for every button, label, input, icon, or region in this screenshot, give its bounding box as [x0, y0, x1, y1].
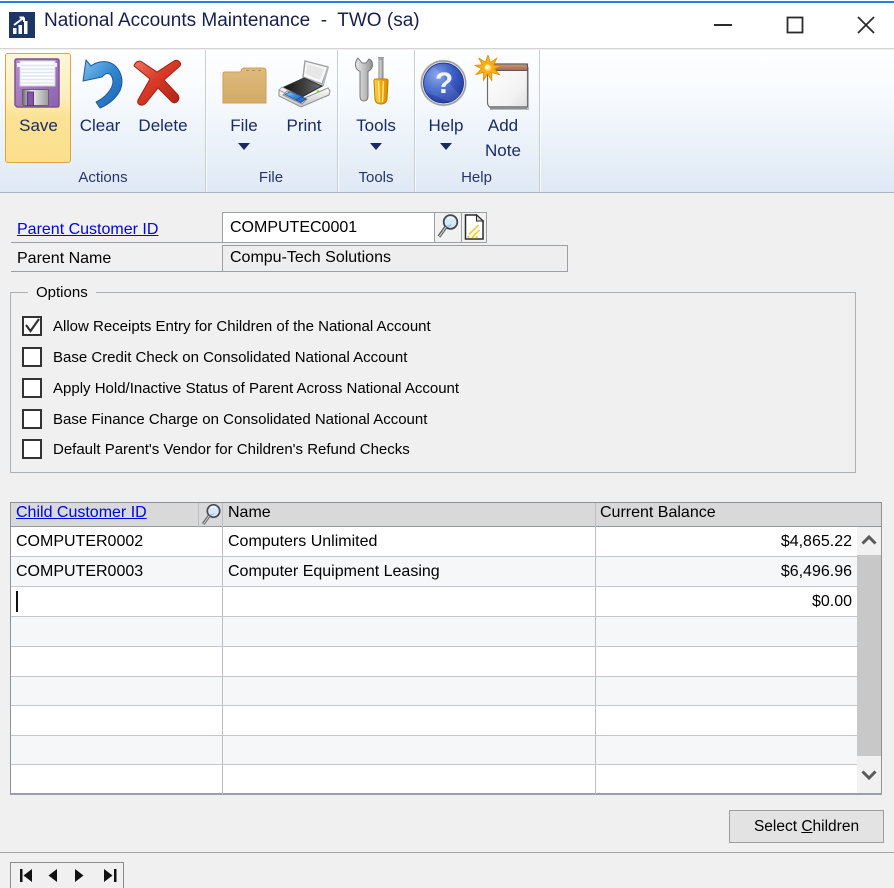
svg-text:?: ?	[435, 67, 453, 100]
